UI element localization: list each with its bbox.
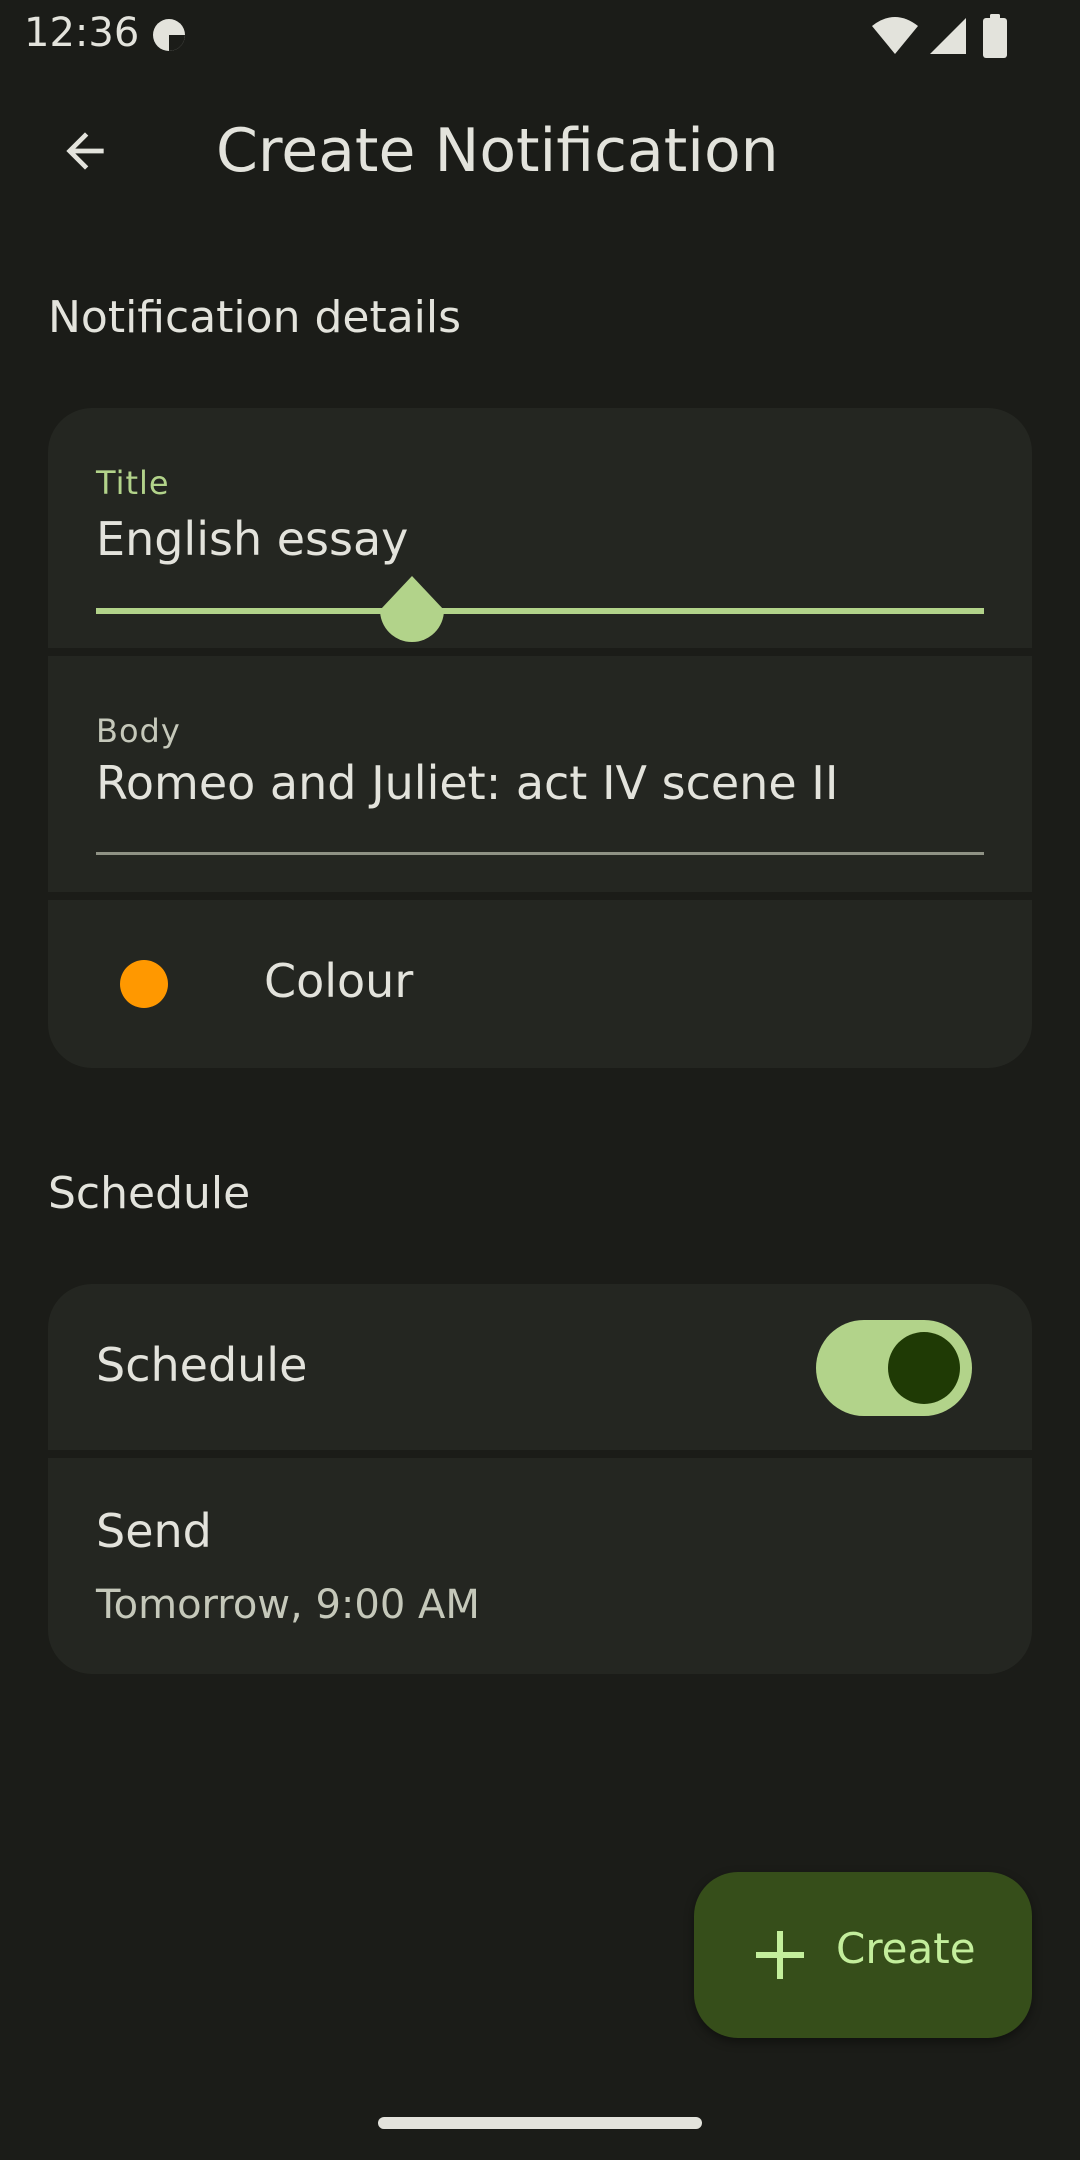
notification-details-card: Title English essay Body Romeo and Julie… — [48, 408, 1032, 1068]
notification-app-icon — [153, 19, 185, 51]
page-title: Create Notification — [216, 116, 779, 186]
schedule-switch[interactable] — [816, 1320, 972, 1416]
text-cursor-handle[interactable] — [378, 574, 446, 654]
schedule-card: Schedule Send Tomorrow, 9:00 AM — [48, 1284, 1032, 1674]
body-field-label: Body — [96, 712, 181, 750]
send-time-row[interactable]: Send Tomorrow, 9:00 AM — [48, 1458, 1032, 1674]
body-field[interactable]: Body Romeo and Juliet: act IV scene II — [48, 656, 1032, 892]
status-icons — [870, 14, 1010, 58]
colour-swatch — [120, 960, 168, 1008]
schedule-switch-thumb — [888, 1332, 960, 1404]
colour-row[interactable]: Colour — [48, 900, 1032, 1068]
body-field-underline — [96, 852, 984, 855]
back-button[interactable] — [40, 106, 130, 196]
title-field[interactable]: Title English essay — [48, 408, 1032, 648]
top-app-bar: Create Notification — [0, 88, 1080, 218]
title-input[interactable]: English essay — [96, 512, 408, 566]
title-field-label: Title — [96, 464, 170, 502]
send-label: Send — [96, 1504, 212, 1558]
schedule-heading: Schedule — [48, 1168, 251, 1219]
create-button-label: Create — [836, 1924, 976, 1973]
create-button[interactable]: Create — [694, 1872, 1032, 2038]
schedule-toggle-row[interactable]: Schedule — [48, 1284, 1032, 1450]
status-time: 12:36 — [24, 10, 140, 56]
home-indicator[interactable] — [378, 2117, 702, 2129]
schedule-toggle-label: Schedule — [96, 1338, 308, 1392]
title-field-underline — [96, 608, 984, 614]
arrow-back-icon — [66, 132, 104, 170]
notification-details-heading: Notification details — [48, 292, 462, 343]
colour-label: Colour — [264, 954, 414, 1008]
body-input[interactable]: Romeo and Juliet: act IV scene II — [96, 756, 838, 810]
send-time-value: Tomorrow, 9:00 AM — [96, 1582, 480, 1628]
status-bar: 12:36 — [0, 0, 1080, 72]
signal-icon — [930, 18, 966, 54]
plus-icon — [756, 1931, 804, 1979]
battery-icon — [983, 14, 1007, 58]
wifi-icon — [872, 17, 918, 54]
